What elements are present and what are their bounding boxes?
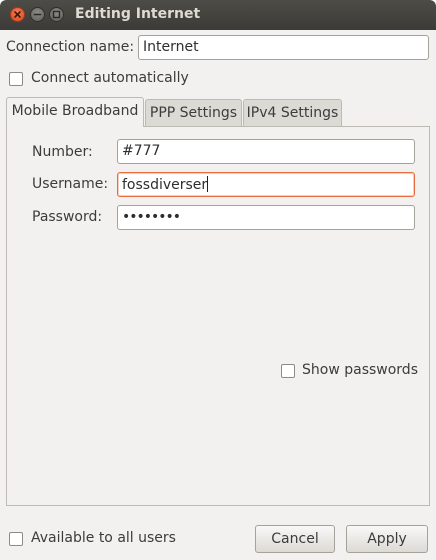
connect-automatically-checkbox[interactable] xyxy=(9,72,23,86)
connect-automatically-label: Connect automatically xyxy=(31,70,189,86)
maximize-icon xyxy=(52,10,61,19)
tab-ppp-settings[interactable]: PPP Settings xyxy=(145,99,242,127)
apply-button[interactable]: Apply xyxy=(346,525,428,553)
mobile-broadband-panel xyxy=(6,126,430,506)
connection-name-value: Internet xyxy=(143,39,199,55)
close-window-button[interactable] xyxy=(10,7,25,22)
available-to-all-users-label: Available to all users xyxy=(31,530,176,546)
window-title: Editing Internet xyxy=(75,6,201,22)
available-to-all-users-checkbox[interactable] xyxy=(9,532,23,546)
minimize-window-button[interactable] xyxy=(30,7,45,22)
tab-mobile-broadband[interactable]: Mobile Broadband xyxy=(6,97,144,127)
title-bar: Editing Internet xyxy=(0,0,436,30)
cancel-button[interactable]: Cancel xyxy=(255,525,335,553)
close-icon xyxy=(14,11,21,18)
connection-name-label: Connection name: xyxy=(6,39,135,55)
minimize-icon xyxy=(33,13,42,16)
connection-name-input[interactable]: Internet xyxy=(138,35,429,60)
tab-ipv4-settings[interactable]: IPv4 Settings xyxy=(243,99,342,127)
edit-connection-window: Editing Internet Connection name: Intern… xyxy=(0,0,436,560)
maximize-window-button[interactable] xyxy=(49,7,64,22)
